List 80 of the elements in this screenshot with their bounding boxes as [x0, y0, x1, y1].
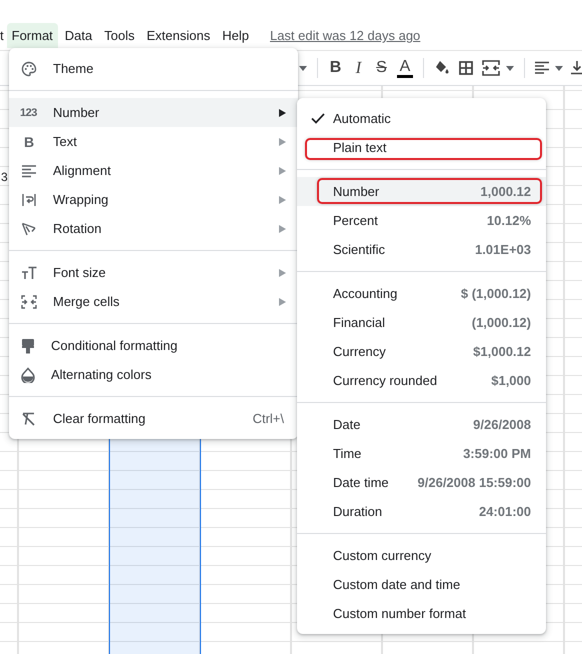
- menu-item[interactable]: Clear formatting Ctrl+\: [9, 404, 298, 433]
- menu-bar-item[interactable]: Help: [217, 23, 254, 48]
- format-example: 1.01E+03: [474, 242, 531, 257]
- menu-item-label: Number: [53, 105, 100, 120]
- format-example: 9/26/2008: [473, 417, 531, 432]
- format-icon: 123: [20, 106, 38, 118]
- menu-item-label: Theme: [53, 61, 94, 76]
- format-example: $1,000.12: [473, 344, 531, 359]
- format-example: 10.12%: [486, 213, 531, 228]
- menu-item[interactable]: Currency $1,000.12: [297, 337, 546, 366]
- menu-item[interactable]: Custom number format: [297, 599, 546, 628]
- menu-bar-item[interactable]: Tools: [99, 23, 140, 48]
- menu-bar-item[interactable]: Extensions: [142, 23, 216, 48]
- format-example: 3:59:00 PM: [463, 446, 531, 461]
- last-edit-link[interactable]: Last edit was 12 days ago: [270, 28, 420, 43]
- menu-item[interactable]: Duration 24:01:00: [297, 497, 546, 526]
- menu-item-label: Scientific: [333, 242, 386, 257]
- menu-item-label: Financial: [333, 315, 386, 330]
- menu-item[interactable]: Time 3:59:00 PM: [297, 439, 546, 468]
- menu-item-label: Rotation: [53, 221, 102, 236]
- cell-text: 3: [1, 170, 8, 184]
- format-example: $1,000: [491, 373, 531, 388]
- menu-item[interactable]: Custom date and time: [297, 570, 546, 599]
- menu-item[interactable]: Scientific 1.01E+03: [297, 235, 546, 264]
- menu-item-label: Currency rounded: [333, 373, 438, 388]
- menu-bar-item[interactable]: Data: [60, 23, 98, 48]
- menu-item[interactable]: Wrapping: [9, 185, 298, 214]
- menu-item-label: Percent: [333, 213, 378, 228]
- format-example: (1,000.12): [472, 315, 531, 330]
- menu-item[interactable]: Accounting $ (1,000.12): [297, 279, 546, 308]
- format-example: 1,000.12: [480, 184, 531, 199]
- menu-item[interactable]: Number 1,000.12: [297, 177, 546, 206]
- menu-item[interactable]: Merge cells: [9, 287, 298, 316]
- menu-item-label: Wrapping: [53, 192, 110, 207]
- menu-item[interactable]: Theme: [9, 54, 298, 83]
- menu-item-label: Automatic: [333, 111, 391, 126]
- format-example: 24:01:00: [478, 504, 531, 519]
- menu-item-label: Time: [333, 446, 362, 461]
- menu-item[interactable]: Alignment: [9, 156, 298, 185]
- menu-item-label: Alternating colors: [51, 367, 152, 382]
- menu-item[interactable]: Alternating colors: [9, 360, 298, 389]
- menu-item-label: Clear formatting: [53, 411, 146, 426]
- menu-item-label: Accounting: [333, 286, 398, 301]
- menu-item[interactable]: 123 Number: [9, 98, 298, 127]
- menu-bar-item[interactable]: Format: [6, 23, 58, 48]
- italic-button[interactable]: I: [347, 58, 370, 78]
- menu-item-label: Custom number format: [333, 606, 466, 621]
- menu-item-label: Number: [333, 184, 380, 199]
- format-example: $ (1,000.12): [460, 286, 531, 301]
- menu-bar-item[interactable]: t: [0, 23, 5, 48]
- menu-item-label: Plain text: [333, 140, 386, 155]
- menu-item-label: Custom currency: [333, 548, 432, 563]
- format-example: 9/26/2008 15:59:00: [418, 475, 531, 490]
- format-icon: B: [20, 134, 38, 150]
- keyboard-shortcut: Ctrl+\: [252, 411, 284, 426]
- menu-item[interactable]: Financial (1,000.12): [297, 308, 546, 337]
- menu-item[interactable]: Conditional formatting: [9, 331, 298, 360]
- menu-item[interactable]: Rotation: [9, 214, 298, 243]
- menu-item-label: Merge cells: [53, 294, 120, 309]
- menu-item-label: Alignment: [53, 163, 112, 178]
- text-color-button[interactable]: A: [397, 58, 413, 78]
- menu-item-label: Custom date and time: [333, 577, 460, 592]
- menu-item[interactable]: Automatic: [297, 104, 546, 133]
- menu-item[interactable]: Percent 10.12%: [297, 206, 546, 235]
- menu-item-label: Date: [333, 417, 360, 432]
- menu-item[interactable]: Date time 9/26/2008 15:59:00: [297, 468, 546, 497]
- menu-item[interactable]: Date 9/26/2008: [297, 410, 546, 439]
- menu-item[interactable]: B Text: [9, 127, 298, 156]
- menu-item-label: Currency: [333, 344, 386, 359]
- menu-item[interactable]: Font size: [9, 258, 298, 287]
- menu-item[interactable]: Currency rounded $1,000: [297, 366, 546, 395]
- bold-button[interactable]: B: [324, 58, 347, 78]
- menu-item-label: Conditional formatting: [51, 338, 178, 353]
- menu-item[interactable]: Plain text: [297, 133, 546, 162]
- menu-item[interactable]: Custom currency: [297, 541, 546, 570]
- menu-item-label: Date time: [333, 475, 389, 490]
- menu-item-label: Text: [53, 134, 78, 149]
- menu-item-label: Duration: [333, 504, 382, 519]
- strikethrough-button[interactable]: S: [370, 58, 393, 78]
- menu-item-label: Font size: [53, 265, 107, 280]
